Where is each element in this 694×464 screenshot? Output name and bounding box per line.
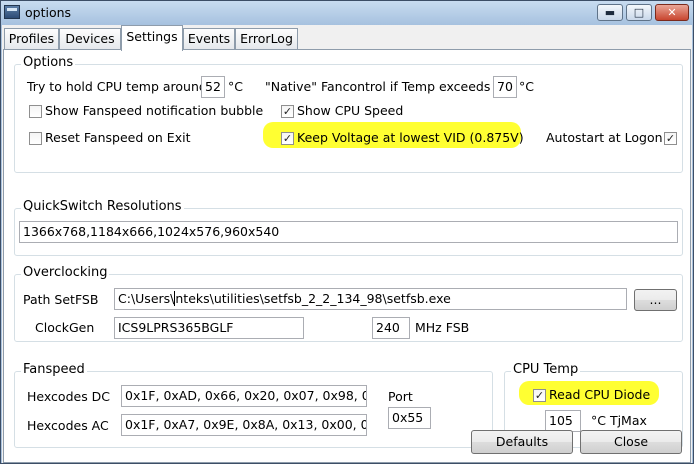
reset-fanspeed-label: Reset Fanspeed on Exit — [45, 130, 191, 145]
options-group-title: Options — [21, 55, 76, 70]
tjmax-input[interactable]: 105 — [545, 410, 581, 432]
read-cpu-diode-checkbox[interactable]: ✓ — [533, 389, 546, 402]
tab-errorlog[interactable]: ErrorLog — [235, 28, 298, 49]
port-input[interactable]: 0x55 — [388, 407, 431, 429]
cpu-temp-hold-label: Try to hold CPU temp around — [27, 79, 207, 94]
fsb-unit-label: MHz FSB — [415, 320, 470, 335]
app-icon — [4, 5, 20, 19]
window-title: options — [25, 5, 72, 20]
close-window-button[interactable]: ✕ — [655, 4, 689, 21]
reset-fanspeed-checkbox[interactable] — [29, 132, 42, 145]
path-setfsb-text-end: nteks\utilities\setfsb_2_2_134_98\setfsb… — [175, 291, 451, 306]
tab-devices[interactable]: Devices — [59, 28, 121, 49]
port-label: Port — [388, 389, 413, 404]
cpu-temp-group-title: CPU Temp — [511, 362, 581, 377]
show-fanspeed-bubble-label: Show Fanspeed notification bubble — [45, 103, 264, 118]
tab-events[interactable]: Events — [183, 28, 235, 49]
fanspeed-group: Fanspeed Hexcodes DC 0x1F, 0xAD, 0x66, 0… — [14, 362, 493, 448]
tab-profiles[interactable]: Profiles — [4, 28, 59, 49]
path-setfsb-text-start: C:\Users\ — [118, 291, 175, 306]
settings-panel: Options Try to hold CPU temp around 52 °… — [3, 49, 691, 463]
quickswitch-group-title: QuickSwitch Resolutions — [21, 199, 184, 214]
tab-strip: Profiles Devices Settings Events ErrorLo… — [2, 25, 692, 51]
show-fanspeed-bubble-checkbox[interactable] — [29, 105, 42, 118]
fanspeed-group-title: Fanspeed — [21, 362, 87, 377]
tab-settings[interactable]: Settings — [121, 25, 183, 51]
overclocking-group-title: Overclocking — [21, 265, 110, 280]
options-window: options ▬ □ ✕ Profiles Devices Settings … — [0, 0, 694, 464]
minimize-button[interactable]: ▬ — [597, 4, 623, 21]
path-setfsb-label: Path SetFSB — [23, 292, 99, 307]
keep-voltage-checkbox[interactable]: ✓ — [281, 132, 294, 145]
browse-setfsb-button[interactable]: ... — [634, 289, 677, 311]
hexcodes-dc-input[interactable]: 0x1F, 0xAD, 0x66, 0x20, 0x07, 0x98, 0x00 — [121, 385, 367, 407]
hexcodes-dc-label: Hexcodes DC — [27, 389, 111, 404]
close-button[interactable]: Close — [580, 430, 682, 454]
clockgen-input[interactable]: ICS9LPRS365BGLF — [114, 317, 304, 339]
autostart-label: Autostart at Logon — [546, 130, 663, 145]
title-bar[interactable]: options ▬ □ ✕ — [1, 1, 693, 25]
window-client-area: Profiles Devices Settings Events ErrorLo… — [2, 25, 692, 463]
fsb-input[interactable]: 240 — [372, 317, 410, 339]
text-caret — [174, 291, 176, 306]
defaults-button[interactable]: Defaults — [471, 430, 573, 454]
quickswitch-resolutions-input[interactable]: 1366x768,1184x666,1024x576,960x540 — [19, 221, 678, 243]
clockgen-label: ClockGen — [35, 320, 95, 335]
keep-voltage-label: Keep Voltage at lowest VID (0.875V) — [297, 130, 524, 145]
overclocking-group: Overclocking Path SetFSB C:\Users\nteks\… — [14, 265, 683, 342]
cpu-temp-hold-input[interactable]: 52 — [201, 76, 225, 98]
maximize-button[interactable]: □ — [626, 4, 652, 21]
show-cpu-speed-checkbox[interactable]: ✓ — [281, 105, 294, 118]
read-cpu-diode-label: Read CPU Diode — [549, 387, 651, 402]
tjmax-unit-label: °C TjMax — [591, 413, 647, 428]
path-setfsb-input[interactable]: C:\Users\nteks\utilities\setfsb_2_2_134_… — [114, 288, 627, 310]
native-fancontrol-unit: °C — [519, 79, 534, 94]
native-fancontrol-label: "Native" Fancontrol if Temp exceeds — [265, 79, 491, 94]
autostart-checkbox[interactable]: ✓ — [664, 132, 677, 145]
show-cpu-speed-label: Show CPU Speed — [297, 103, 404, 118]
native-fancontrol-temp-input[interactable]: 70 — [493, 76, 517, 98]
hexcodes-ac-input[interactable]: 0x1F, 0xA7, 0x9E, 0x8A, 0x13, 0x00, 0x00 — [121, 414, 367, 436]
hexcodes-ac-label: Hexcodes AC — [27, 418, 109, 433]
cpu-temp-hold-unit: °C — [228, 79, 243, 94]
options-group: Options Try to hold CPU temp around 52 °… — [14, 55, 683, 173]
quickswitch-group: QuickSwitch Resolutions 1366x768,1184x66… — [14, 199, 683, 256]
